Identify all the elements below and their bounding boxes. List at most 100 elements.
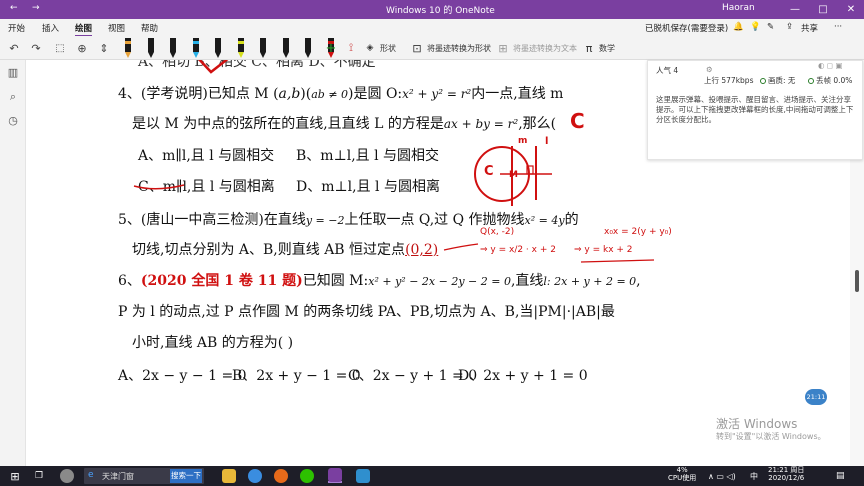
q6-line-1: 6、(2020 全国 1 卷 11 题)已知圆 M:x² + y² − 2x −… <box>118 273 641 289</box>
back-arrow-icon[interactable]: ← <box>10 3 18 13</box>
tab-home[interactable]: 开始 <box>8 22 25 34</box>
user-name[interactable]: Haoran <box>722 3 755 13</box>
draw-toolbar: ↶ ↷ ⬚ ⊕ ⇕ + ⟟ ◈ 形状 ⊡ 将墨迹转换为形状 ⊞ 将墨迹转换为文本… <box>0 36 864 60</box>
recent-icon[interactable]: ◷ <box>6 114 20 128</box>
close-button[interactable]: ✕ <box>836 2 864 17</box>
tab-view[interactable]: 视图 <box>108 22 125 34</box>
ink-to-text-button[interactable]: 将墨迹转换为文本 <box>513 43 577 54</box>
bell-icon[interactable]: 🔔 <box>733 22 744 32</box>
activation-watermark-title: 激活 Windows <box>716 417 798 431</box>
ink-label-m: m <box>518 136 528 146</box>
live-stream-panel[interactable]: 人气 4 ⚙ ◐ ◻ ▣ 上行 577kbps 画质: 无 丢帧 0.0% 这里… <box>647 60 863 160</box>
start-button[interactable]: ⊞ <box>8 469 22 483</box>
q5-line-1: 5、(唐山一中高三检测)在直线y = −2上任取一点 Q,过 Q 作抛物线x² … <box>118 212 579 228</box>
ink-underline-result <box>580 259 655 263</box>
pen-4-icon[interactable] <box>190 38 202 58</box>
left-nav-rail: ▥ ⌕ ◷ <box>0 60 26 466</box>
pen-9-icon[interactable] <box>302 38 314 58</box>
clock[interactable]: 21:21 周日 2020/12/6 <box>768 466 804 482</box>
ime-indicator[interactable]: 中 <box>750 469 758 483</box>
maximize-button[interactable]: □ <box>808 2 838 17</box>
q4-line-2: 是以 M 为中点的弦所在的直线,且直线 L 的方程是ax + by = r²,那… <box>132 116 557 132</box>
tab-draw[interactable]: 绘图 <box>75 22 93 37</box>
share-icon[interactable]: ⇪ <box>786 22 793 32</box>
q6-line-2: P 为 l 的动点,过 P 点作圆 M 的两条切线 PA、PB,切点为 A、B,… <box>118 304 615 320</box>
notifications-icon[interactable]: ▤ <box>836 469 845 483</box>
panel-settings-icon[interactable]: ⚙ <box>706 65 713 74</box>
tab-insert[interactable]: 插入 <box>42 22 59 34</box>
ink-answer-c: C <box>570 109 585 133</box>
ink-note-q: Q(x, -2) <box>480 227 515 237</box>
sync-status[interactable]: 已脱机保存(需要登录) <box>645 22 728 34</box>
pen-7-icon[interactable] <box>257 38 269 58</box>
eraser-icon[interactable]: ⇕ <box>96 40 112 56</box>
title-bar: ← → Windows 10 的 OneNote Haoran — □ ✕ <box>0 0 864 19</box>
taskbar-search-button[interactable]: 搜索一下 <box>170 469 202 483</box>
browser-icon: e <box>88 470 94 480</box>
ink-to-shape-icon[interactable]: ⊡ <box>410 40 424 56</box>
file-explorer-icon[interactable] <box>222 469 236 483</box>
paint-quality: 画质: 无 <box>760 75 795 86</box>
q6-option-b: B、2x + y − 1 = 0 <box>232 368 361 384</box>
ink-label-l: l <box>545 136 549 147</box>
q4-line-1: 4、(学考说明)已知点 M (a,b)(ab ≠ 0)是圆 O:x² + y² … <box>118 86 564 102</box>
q6-option-d: D、2x + y + 1 = 0 <box>458 368 588 384</box>
status-dot-icon <box>760 78 766 84</box>
taskbar-search[interactable]: e 天津门窗 搜索一下 <box>84 468 204 484</box>
ink-to-shape-button[interactable]: 将墨迹转换为形状 <box>427 43 491 54</box>
forward-arrow-icon[interactable]: → <box>32 3 40 13</box>
add-pen-icon[interactable]: + <box>324 40 338 56</box>
search-icon[interactable]: ⌕ <box>6 90 20 104</box>
pen-5-icon[interactable] <box>212 38 224 58</box>
wechat-icon[interactable] <box>300 469 314 483</box>
shape-icon[interactable]: ◈ <box>364 40 376 56</box>
ink-to-text-icon[interactable]: ⊞ <box>496 40 510 56</box>
q4-option-b: B、m⊥l,且 l 与圆相交 <box>296 148 440 164</box>
more-button[interactable]: ··· <box>834 22 842 32</box>
ribbon-tabs: 开始 插入 绘图 视图 帮助 已脱机保存(需要登录) 🔔 💡 ✎ ⇪ 共享 ··… <box>0 19 864 37</box>
ruler-icon[interactable]: ⟟ <box>344 40 358 56</box>
ink-label-circle-c: C <box>484 164 494 179</box>
onenote-icon[interactable] <box>328 468 342 483</box>
status-dot-icon <box>808 78 814 84</box>
undo-icon[interactable]: ↶ <box>6 40 22 56</box>
panel-window-controls[interactable]: ◐ ◻ ▣ <box>818 61 843 70</box>
firefox-icon[interactable] <box>274 469 288 483</box>
scrollbar-thumb[interactable] <box>855 270 859 292</box>
lasso-select-icon[interactable]: ⬚ <box>52 40 68 56</box>
pen-1-icon[interactable] <box>122 38 134 58</box>
pen-icon[interactable]: ✎ <box>767 22 774 32</box>
activation-watermark-hint: 转到"设置"以激活 Windows。 <box>716 432 826 441</box>
popularity-count: 人气 4 <box>656 66 679 75</box>
ink-arrow <box>443 243 479 251</box>
danmaku-hint: 这里展示弹幕、投喂提示、醒目留言、进场提示、关注分享提示。可以上下拖拽更改弹幕框… <box>656 95 854 124</box>
timer-bubble[interactable]: 21:11 <box>805 389 827 405</box>
pen-6-icon[interactable] <box>235 38 247 58</box>
tab-help[interactable]: 帮助 <box>141 22 158 34</box>
q6-option-a: A、2x − y − 1 = 0 <box>118 368 247 384</box>
redo-icon[interactable]: ↷ <box>28 40 44 56</box>
math-icon[interactable]: π <box>582 40 596 56</box>
pen-8-icon[interactable] <box>280 38 292 58</box>
ink-label-point-m: M <box>509 170 518 180</box>
minimize-button[interactable]: — <box>780 2 810 17</box>
q5-line-2: 切线,切点分别为 A、B,则直线 AB 恒过定点(0,2) <box>132 242 439 258</box>
wps-icon[interactable] <box>248 469 262 483</box>
add-space-icon[interactable]: ⊕ <box>74 40 90 56</box>
pinned-app-icon[interactable] <box>60 469 74 483</box>
q4-option-d: D、m⊥l,且 l 与圆相离 <box>296 179 440 195</box>
pen-2-icon[interactable] <box>145 38 157 58</box>
taskbar: ⊞ ❐ e 天津门窗 搜索一下 4% CPU使用 ∧ ▭ ◁) 中 21:21 周… <box>0 466 864 486</box>
ink-right-angle <box>526 165 534 175</box>
shape-button[interactable]: 形状 <box>380 43 396 54</box>
tray-icons[interactable]: ∧ ▭ ◁) <box>708 469 736 483</box>
window-title: Windows 10 的 OneNote <box>386 6 495 16</box>
task-view-icon[interactable]: ❐ <box>32 469 46 483</box>
other-app-icon[interactable] <box>356 469 370 483</box>
lightbulb-icon[interactable]: 💡 <box>750 22 761 32</box>
pen-3-icon[interactable] <box>167 38 179 58</box>
share-button[interactable]: 共享 <box>801 22 818 34</box>
math-button[interactable]: 数学 <box>599 43 615 54</box>
notebooks-icon[interactable]: ▥ <box>6 66 20 80</box>
taskbar-search-input[interactable]: 天津门窗 <box>102 471 134 482</box>
